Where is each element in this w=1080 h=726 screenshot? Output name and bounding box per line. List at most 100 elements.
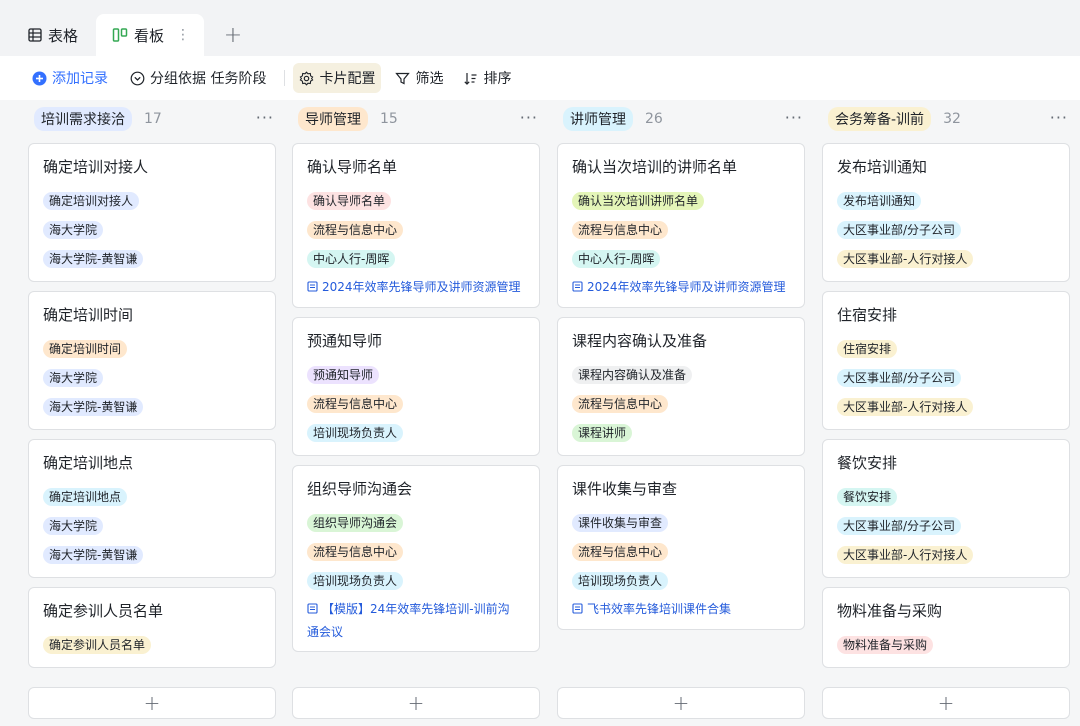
document-icon [307,277,318,299]
doc-link-text: 飞书效率先锋培训课件合集 [587,602,732,616]
card-field: 海大学院 [43,363,261,392]
doc-link-text: 2024年效率先锋导师及讲师资源管理 [322,280,521,294]
column-header: 导师管理 15 ··· [298,104,546,134]
kanban-card[interactable]: 确定培训对接人 确定培训对接人 海大学院海大学院-黄智谦 [28,143,276,282]
card-field: 培训现场负责人 [307,566,525,595]
card-field: 海大学院-黄智谦 [43,540,261,569]
sort-button[interactable]: 排序 [457,63,517,93]
more-horizontal-icon[interactable]: ··· [256,108,274,127]
more-horizontal-icon[interactable]: ··· [785,108,803,127]
card-title: 确定培训地点 [43,454,134,472]
document-icon [572,599,583,621]
tag-chip: 流程与信息中心 [572,394,669,413]
grid-icon [28,28,42,42]
card-config-button[interactable]: 卡片配置 [293,63,382,93]
card-field: 课程内容确认及准备 [572,360,790,389]
column-title[interactable]: 讲师管理 [563,107,633,131]
card-field: 流程与信息中心 [572,389,790,418]
more-vertical-icon[interactable]: ⋮ [176,27,190,43]
add-card-button[interactable]: + [28,687,276,719]
column-count: 17 [144,111,162,127]
column-title[interactable]: 会务筹备-训前 [828,107,932,131]
card-field: 中心人行-周晖 [572,244,790,273]
column-header: 讲师管理 26 ··· [563,104,811,134]
kanban-card[interactable]: 确定参训人员名单 确定参训人员名单 [28,587,276,668]
tag-chip: 中心人行-周晖 [307,249,396,268]
card-title: 确定培训对接人 [43,158,149,176]
card-field: 大区事业部/分子公司 [837,363,1055,392]
kanban-card[interactable]: 组织导师沟通会 组织导师沟通会 流程与信息中心 培训现场负责人 【模版】24年效率先锋培… [292,465,540,652]
tag-chip: 培训现场负责人 [307,571,404,590]
card-title: 餐饮安排 [837,454,898,472]
kanban-card[interactable]: 住宿安排 住宿安排 大区事业部/分子公司 大区事业部-人行对接人 [822,291,1070,430]
tab-label: 表格 [48,26,79,45]
card-field: 餐饮安排 [837,482,1055,511]
group-by-button[interactable]: 分组依据 任务阶段 [124,63,272,93]
more-horizontal-icon[interactable]: ··· [520,108,538,127]
kanban-card[interactable]: 预通知导师 预通知导师 流程与信息中心 培训现场负责人 [292,317,540,456]
column-title[interactable]: 导师管理 [298,107,368,131]
tag-chip: 餐饮安排 [837,487,898,506]
tab-table-view[interactable]: 表格 [20,14,96,56]
tag-chip: 课件收集与审查 [572,513,669,532]
more-horizontal-icon[interactable]: ··· [1050,108,1068,127]
tag-chip: 课程内容确认及准备 [572,365,693,384]
tab-kanban-view[interactable]: 看板 ⋮ [96,14,204,56]
tag-chip: 确定培训对接人 [43,191,140,210]
card-field: 确定培训地点 [43,482,261,511]
add-card-button[interactable]: + [557,687,805,719]
document-icon [307,599,318,621]
view-tabbar: 表格 看板 ⋮ + [0,0,1080,56]
toolbar: 添加记录 分组依据 任务阶段 卡片配置 筛选 排序 [0,56,1080,100]
kanban-board: 培训需求接洽 17 ··· 确定培训对接人 确定培训对接人 海大学院 海大学院-黄智谦 确定培… [0,100,1080,726]
card-title: 预通知导师 [307,332,383,350]
add-record-button[interactable]: 添加记录 [26,63,114,93]
kanban-column: 导师管理 15 ··· 确认导师名单 确认导师名单 流程与信息中心 中心人行-周晖 2024年… [292,100,540,726]
document-icon [572,277,583,299]
kanban-card[interactable]: 确认导师名单 确认导师名单 流程与信息中心 中心人行-周晖 2024年效率先锋导师及讲师… [292,143,540,308]
kanban-card[interactable]: 确认当次培训的讲师名单 确认当次培训讲师名单 流程与信息中心 中心人行-周晖 2024年… [557,143,805,308]
add-card-button[interactable]: + [822,687,1070,719]
tag-chip: 海大学院 [43,220,104,239]
kanban-column: 讲师管理 26 ··· 确认当次培训的讲师名单 确认当次培训讲师名单 流程与信息中心 中心人… [557,100,805,726]
tag-chip: 确认当次培训讲师名单 [572,191,705,210]
tag-chip: 海大学院-黄智谦 [43,397,144,416]
tag-chip: 大区事业部/分子公司 [837,368,962,387]
kanban-card[interactable]: 确定培训地点 确定培训地点 海大学院 海大学院-黄智谦 [28,439,276,578]
add-view-button[interactable]: + [218,14,248,56]
card-field: 确定参训人员名单 [43,630,261,659]
card-title: 确定参训人员名单 [43,602,164,620]
kanban-card[interactable]: 课程内容确认及准备 课程内容确认及准备 流程与信息中心课程讲师 [557,317,805,456]
tag-chip: 流程与信息中心 [572,542,669,561]
kanban-card[interactable]: 确定培训时间 确定培训时间 海大学院 海大学院-黄智谦 [28,291,276,430]
doc-link[interactable]: 2024年效率先锋导师及讲师资源管理 [307,276,525,299]
card-field: 课程讲师 [572,418,790,447]
kanban-card[interactable]: 课件收集与审查 课件收集与审查 流程与信息中心 培训现场负责人 飞书效率先锋培训课件合集 [557,465,805,630]
column-count: 32 [943,111,961,127]
add-card-button[interactable]: + [292,687,540,719]
card-field: 大区事业部/分子公司 [837,511,1055,540]
card-title: 住宿安排 [837,306,898,324]
doc-link[interactable]: 飞书效率先锋培训课件合集 [572,598,790,621]
tag-chip: 住宿安排 [837,339,898,358]
sort-label: 排序 [483,71,512,87]
tag-chip: 海大学院-黄智谦 [43,249,144,268]
card-field: 海大学院 [43,215,261,244]
card-list: 确定培训对接人 确定培训对接人 海大学院 海大学院-黄智谦 确定培训时间 确定培训时间 海大… [28,143,276,683]
card-title: 确定培训时间 [43,306,134,324]
filter-button[interactable]: 筛选 [389,63,449,93]
card-title: 课程内容确认及准备 [572,332,708,350]
toolbar-divider [284,70,286,86]
kanban-card[interactable]: 餐饮安排 餐饮安排 大区事业部/分子公司 大区事业部-人行对接人 [822,439,1070,578]
column-title[interactable]: 培训需求接洽 [34,107,132,131]
tag-chip: 大区事业部-人行对接人 [837,545,974,564]
doc-link[interactable]: 2024年效率先锋导师及讲师资源管理 [572,276,790,299]
kanban-card[interactable]: 物料准备与采购 物料准备与采购 [822,587,1070,668]
kanban-card[interactable]: 发布培训通知 发布培训通知 大区事业部/分子公司 大区事业部-人行对接人 [822,143,1070,282]
tag-chip: 培训现场负责人 [307,423,404,442]
card-title: 组织导师沟通会 [307,480,413,498]
tag-chip: 大区事业部-人行对接人 [837,249,974,268]
doc-link[interactable]: 【模版】24年效率先锋培训-训前沟通会议 [307,598,525,643]
tag-chip: 预通知导师 [307,365,380,384]
tag-chip: 培训现场负责人 [572,571,669,590]
